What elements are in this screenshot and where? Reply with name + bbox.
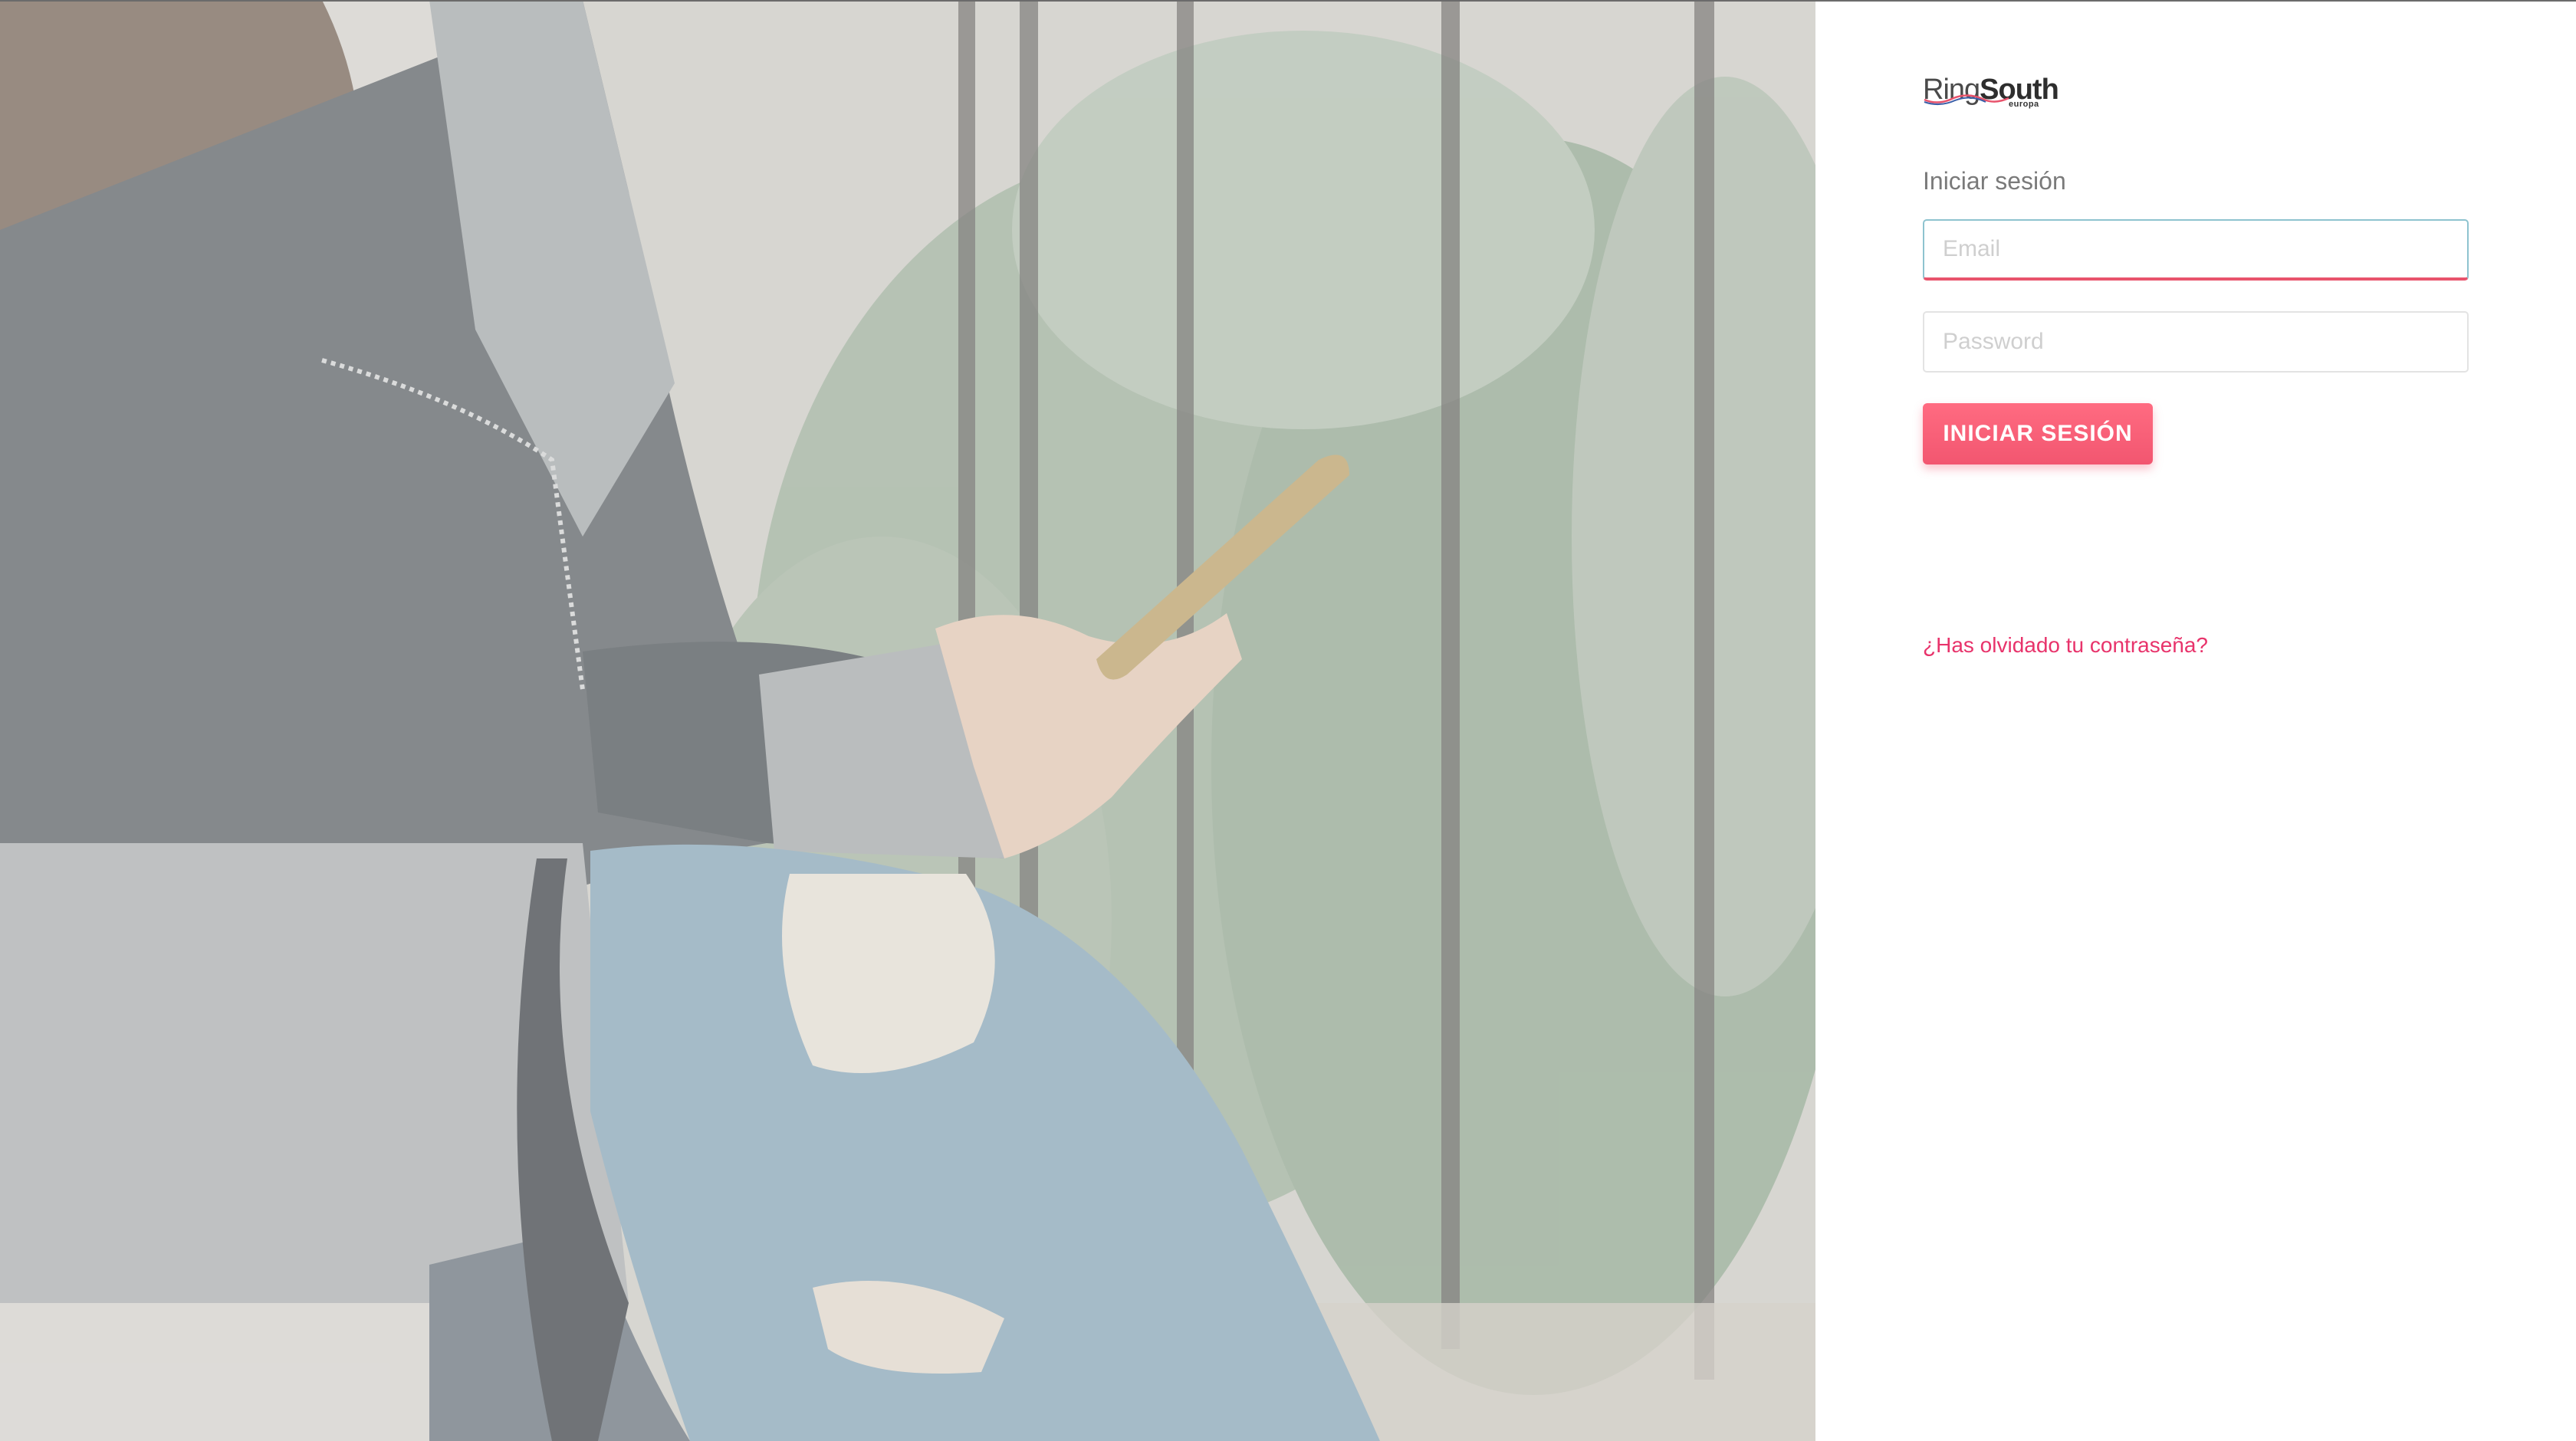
hero-overlay xyxy=(0,0,1815,1441)
hero-photo xyxy=(0,0,1815,1441)
email-input[interactable] xyxy=(1923,219,2469,281)
login-button[interactable]: INICIAR SESIÓN xyxy=(1923,403,2153,464)
login-panel: RingSouth europa Iniciar sesión INICIAR … xyxy=(1815,0,2576,1441)
login-page: RingSouth europa Iniciar sesión INICIAR … xyxy=(0,0,2576,1441)
password-input[interactable] xyxy=(1923,311,2469,373)
logo-subtitle: europa xyxy=(2009,100,2039,109)
forgot-password-link[interactable]: ¿Has olvidado tu contraseña? xyxy=(1923,633,2208,658)
window-top-border xyxy=(0,0,2576,2)
logo-wave-icon xyxy=(1924,94,2009,105)
login-heading: Iniciar sesión xyxy=(1923,167,2066,195)
brand-logo: RingSouth europa xyxy=(1923,74,2059,112)
